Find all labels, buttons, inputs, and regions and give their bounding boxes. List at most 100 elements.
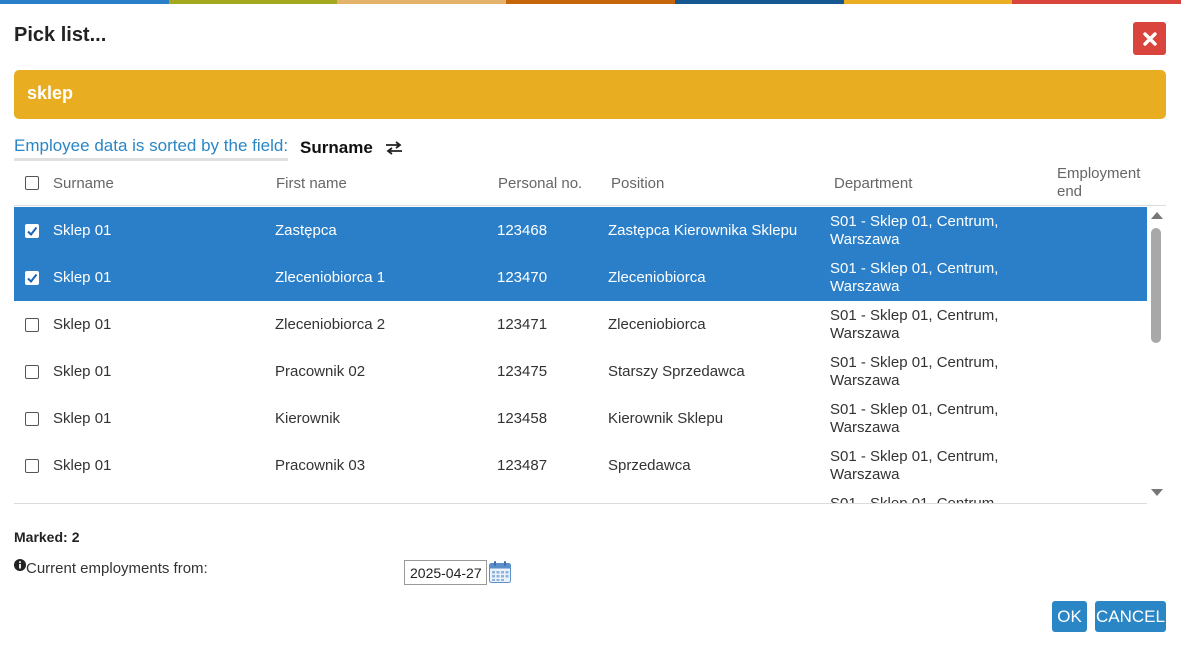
table-row[interactable]: Sklep 01 Pracownik 03 123487 Sprzedawca S01 …: [14, 442, 1147, 489]
current-employments-label: Current employments from:: [26, 560, 208, 577]
department-line1: S01 - Sklep 01, Centrum,: [830, 447, 999, 465]
top-color-segment: [506, 0, 675, 4]
header-surname[interactable]: Surname: [53, 160, 114, 206]
cell-department: S01 - Sklep 01, Centrum, Warszawa: [830, 348, 998, 395]
department-line2: Warszawa: [830, 418, 900, 436]
current-employments-date-input[interactable]: [404, 560, 487, 585]
row-checkbox[interactable]: [25, 411, 39, 426]
header-position[interactable]: Position: [611, 160, 664, 206]
top-color-segment: [337, 0, 507, 4]
cell-first-name: Zleceniobiorca 2: [275, 315, 386, 333]
table-row[interactable]: Sklep 01 Kierownik 123458 Kierownik Sklepu S…: [14, 395, 1147, 442]
scroll-thumb[interactable]: [1151, 228, 1161, 343]
table-row[interactable]: S01 - Sklep 01, Centrum,: [14, 489, 1147, 504]
cell-personal-no: 123475: [497, 362, 548, 380]
info-icon: [14, 559, 26, 571]
row-checkbox[interactable]: [25, 317, 39, 332]
header-first-name[interactable]: First name: [276, 160, 347, 206]
scroll-down-arrow-icon[interactable]: [1151, 489, 1163, 496]
cell-department: S01 - Sklep 01, Centrum, Warszawa: [830, 301, 998, 348]
department-line2: Warszawa: [830, 465, 900, 483]
row-checkbox[interactable]: [25, 458, 39, 473]
calendar-icon[interactable]: [488, 560, 512, 584]
close-icon: [1142, 31, 1157, 46]
cell-surname: Sklep 01: [53, 409, 112, 427]
table-row[interactable]: Sklep 01 Zleceniobiorca 2 123471 Zleceniobi…: [14, 301, 1147, 348]
select-all-checkbox[interactable]: [25, 176, 39, 190]
sort-label: Employee data is sorted by the field:: [14, 136, 289, 161]
cell-first-name: Pracownik 03: [275, 456, 366, 474]
select-all-cell[interactable]: [25, 160, 39, 206]
cell-surname: Sklep 01: [53, 315, 112, 333]
cell-personal-no: 123458: [497, 409, 548, 427]
row-checkbox[interactable]: [25, 223, 39, 238]
cell-position: Kierownik Sklepu: [608, 409, 724, 427]
department-line1: S01 - Sklep 01, Centrum,: [830, 495, 999, 504]
cell-position: Starszy Sprzedawca: [608, 362, 745, 380]
checkmark-icon: [27, 226, 38, 236]
top-color-segment: [843, 0, 1013, 4]
swap-arrows-icon[interactable]: [385, 141, 403, 155]
cell-department: S01 - Sklep 01, Centrum,: [830, 489, 999, 504]
row-checkbox-cell[interactable]: [25, 254, 39, 301]
cell-surname: Sklep 01: [53, 362, 112, 380]
table-row[interactable]: Sklep 01 Pracownik 02 123475 Starszy Sprzed…: [14, 348, 1147, 395]
department-line1: S01 - Sklep 01, Centrum,: [830, 306, 999, 324]
top-color-segment: [168, 0, 338, 4]
vertical-scrollbar[interactable]: [1147, 207, 1166, 504]
row-checkbox-cell[interactable]: [25, 348, 39, 395]
table-row[interactable]: Sklep 01 Zleceniobiorca 1 123470 Zleceniobi…: [14, 254, 1147, 301]
cell-position: Zleceniobiorca: [608, 268, 706, 286]
cell-department: S01 - Sklep 01, Centrum, Warszawa: [830, 254, 998, 301]
department-line1: S01 - Sklep 01, Centrum,: [830, 212, 999, 230]
row-checkbox-cell[interactable]: [25, 207, 39, 254]
cell-first-name: Zleceniobiorca 1: [275, 268, 386, 286]
sort-field: Surname: [300, 138, 373, 157]
top-color-segment: [0, 0, 169, 4]
department-line2: Warszawa: [830, 230, 900, 248]
cell-surname: Sklep 01: [53, 268, 112, 286]
table-body[interactable]: Sklep 01 Zastępca 123468 Zastępca Kierownik…: [14, 207, 1166, 504]
department-line1: S01 - Sklep 01, Centrum,: [830, 400, 999, 418]
cell-department: S01 - Sklep 01, Centrum, Warszawa: [830, 395, 998, 442]
cell-surname: Sklep 01: [53, 221, 112, 239]
row-checkbox-cell[interactable]: [25, 442, 39, 489]
checkmark-icon: [27, 273, 38, 283]
table-header: Surname First name Personal no. Position…: [14, 160, 1166, 206]
close-button[interactable]: [1133, 22, 1166, 55]
department-line2: Warszawa: [830, 277, 900, 295]
cell-personal-no: 123471: [497, 315, 548, 333]
cell-first-name: Kierownik: [275, 409, 341, 427]
marked-count-text: Marked: 2: [14, 529, 79, 545]
cell-surname: Sklep 01: [53, 456, 112, 474]
ok-button[interactable]: OK: [1052, 601, 1087, 632]
scroll-up-arrow-icon[interactable]: [1151, 212, 1163, 219]
cell-position: Sprzedawca: [608, 456, 691, 474]
table-row[interactable]: Sklep 01 Zastępca 123468 Zastępca Kierownik…: [14, 207, 1147, 254]
row-checkbox-cell[interactable]: [25, 395, 39, 442]
dialog-title: Pick list...: [14, 24, 107, 46]
top-color-bar: [0, 0, 1181, 4]
department-line1: S01 - Sklep 01, Centrum,: [830, 353, 999, 371]
sort-info: Employee data is sorted by the field: Su…: [14, 136, 403, 161]
header-personal-no[interactable]: Personal no.: [498, 160, 582, 206]
header-employment-end[interactable]: Employment end: [1057, 160, 1140, 206]
cell-personal-no: 123487: [497, 456, 548, 474]
cell-position: Zleceniobiorca: [608, 315, 706, 333]
cell-department: S01 - Sklep 01, Centrum, Warszawa: [830, 207, 998, 254]
header-employment-end-line2: end: [1057, 183, 1083, 200]
row-checkbox-cell[interactable]: [25, 301, 39, 348]
department-line2: Warszawa: [830, 324, 900, 342]
department-line1: S01 - Sklep 01, Centrum,: [830, 259, 999, 277]
row-checkbox[interactable]: [25, 364, 39, 379]
department-line2: Warszawa: [830, 371, 900, 389]
cancel-button[interactable]: CANCEL: [1095, 601, 1166, 632]
cell-first-name: Zastępca: [275, 221, 337, 239]
header-employment-end-line1: Employment: [1057, 165, 1141, 182]
header-department[interactable]: Department: [834, 160, 912, 206]
top-color-segment: [674, 0, 844, 4]
row-checkbox[interactable]: [25, 270, 39, 285]
cell-personal-no: 123470: [497, 268, 548, 286]
marked-label: Marked:: [14, 529, 68, 545]
cell-department: S01 - Sklep 01, Centrum, Warszawa: [830, 442, 998, 489]
